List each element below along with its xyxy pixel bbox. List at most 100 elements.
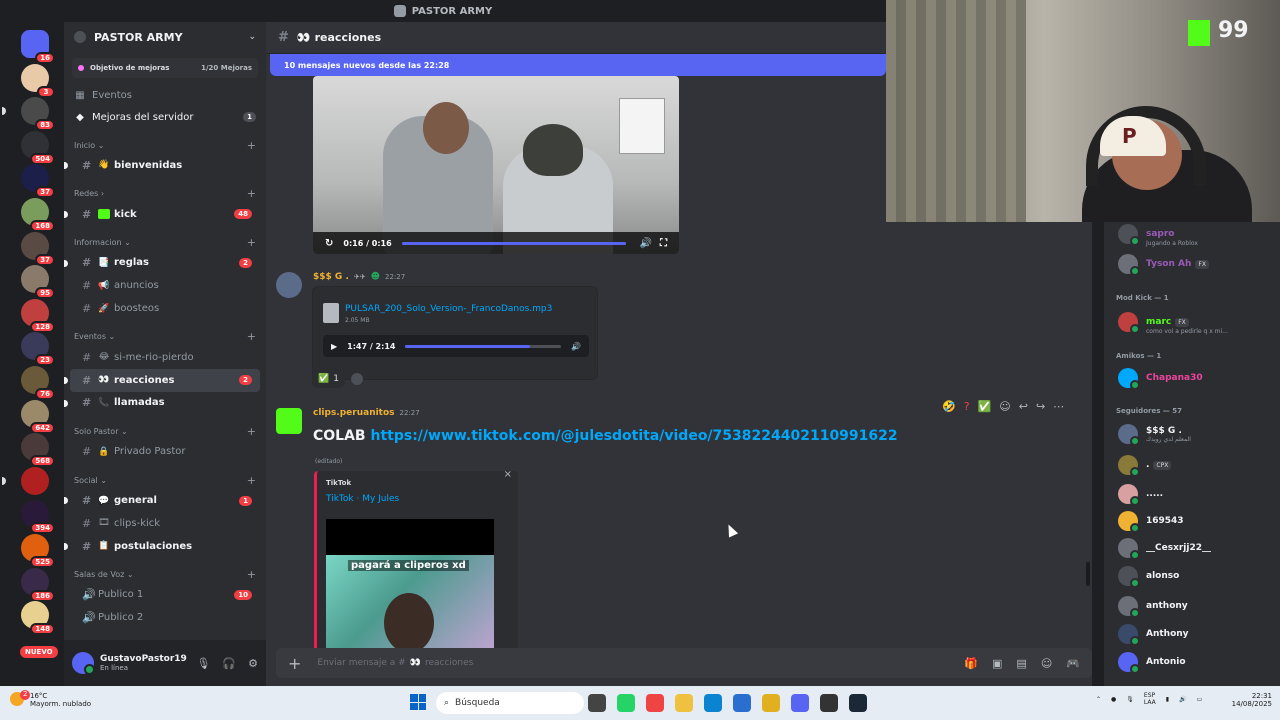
plus-icon[interactable]: + [247, 187, 256, 200]
add-reaction-icon[interactable] [350, 373, 363, 385]
member-item[interactable]: ..... [1118, 482, 1276, 506]
category-solo-pastor[interactable]: Solo Pastor ⌄ + [64, 422, 266, 440]
message-author[interactable]: $$$ G . [313, 272, 349, 282]
avatar[interactable] [72, 652, 95, 675]
server-icon[interactable]: 37 [21, 231, 55, 266]
plus-icon[interactable]: + [247, 425, 256, 438]
scrollbar[interactable] [1086, 562, 1090, 586]
emoji-reaction-icon[interactable]: 🤣 [942, 400, 956, 413]
volume-icon[interactable]: 🔊 [1179, 696, 1186, 703]
video-attachment[interactable]: ↻ 0:16 / 0:16 🔊 ⛶ [313, 76, 679, 254]
gear-icon[interactable]: ⚙ [248, 657, 258, 670]
server-icon[interactable]: 95 [21, 265, 55, 300]
channel-kick[interactable]: # kick 48 [64, 203, 260, 226]
plus-icon[interactable]: + [247, 236, 256, 249]
server-icon[interactable]: 504 [21, 130, 55, 165]
category-redes[interactable]: Redes › + [64, 185, 266, 203]
whatsapp-icon[interactable] [617, 694, 635, 712]
reaction-checkmark[interactable]: ✅ 1 [312, 370, 345, 388]
server-icon[interactable]: 568 [21, 433, 55, 468]
channel-postulaciones[interactable]: # 📋 postulaciones [64, 535, 260, 558]
tiktok-link[interactable]: https://www.tiktok.com/@julesdotita/vide… [370, 428, 897, 444]
more-icon[interactable]: ⋯ [1053, 400, 1064, 413]
discord-icon[interactable] [791, 694, 809, 712]
language-indicator[interactable]: ESP LAA [1144, 692, 1156, 706]
channel-reacciones[interactable]: # 👀 reacciones 2 [64, 368, 260, 392]
server-icon[interactable]: 394 [21, 500, 55, 535]
server-icon[interactable]: 3 [21, 63, 55, 98]
play-icon[interactable]: ▶ [331, 342, 337, 351]
channel-llamadas[interactable]: # 📞 llamadas [64, 392, 260, 415]
file-name[interactable]: PULSAR_200_Solo_Version-_FrancoDanos.mp3 [345, 304, 552, 314]
member-item[interactable]: . CPX [1118, 453, 1276, 477]
add-reaction-icon[interactable]: ☺ [999, 400, 1010, 413]
embed-thumbnail[interactable]: pagará a cliperos xd [326, 519, 494, 665]
start-button[interactable] [410, 694, 426, 710]
plus-icon[interactable]: + [247, 330, 256, 343]
chrome-icon[interactable] [762, 694, 780, 712]
fullscreen-icon[interactable]: ⛶ [660, 238, 667, 249]
file-explorer-icon[interactable] [675, 694, 693, 712]
category-eventos[interactable]: Eventos ⌄ + [64, 328, 266, 346]
replay-icon[interactable]: ↻ [325, 238, 333, 249]
server-icon[interactable]: 23 [21, 332, 55, 367]
edge-icon[interactable] [704, 694, 722, 712]
member-item[interactable]: __Cesxrjj22__ [1118, 536, 1276, 560]
server-icon[interactable] [2, 466, 49, 495]
message-author[interactable]: clips.peruanitos [313, 408, 395, 418]
obs-icon[interactable] [820, 694, 838, 712]
weather-widget[interactable]: 16°C Mayorm. nublado 2 [10, 690, 91, 708]
store-icon[interactable] [733, 694, 751, 712]
server-icon[interactable]: 148 [21, 601, 55, 636]
microphone-icon[interactable]: 🎙 [196, 657, 210, 670]
system-clock[interactable]: 22:31 14/08/2025 [1226, 692, 1272, 708]
server-icon[interactable]: 83 [2, 97, 55, 132]
member-item[interactable]: Chapana30 [1118, 366, 1276, 390]
plus-icon[interactable]: + [247, 568, 256, 581]
sticker-icon[interactable]: ▤ [1016, 657, 1026, 670]
new-badge[interactable]: NUEVO [20, 646, 58, 658]
server-icon[interactable]: 642 [21, 399, 55, 434]
tray-app-icon[interactable]: ● [1111, 696, 1116, 703]
headphones-icon[interactable]: 🎧 [222, 657, 236, 670]
member-item[interactable]: $$$ G . المعلم لدي رويدك [1118, 422, 1276, 446]
server-icon[interactable]: 186 [21, 567, 55, 602]
member-item[interactable]: sapro Jugando a Roblox [1118, 222, 1276, 247]
new-messages-bar[interactable]: 10 mensajes nuevos desde las 22:28 [270, 54, 886, 76]
task-view-icon[interactable] [588, 694, 606, 712]
plus-icon[interactable]: + [247, 139, 256, 152]
checkmark-reaction-icon[interactable]: ✅ [978, 400, 992, 413]
category-salas-de-voz[interactable]: Salas de Voz ⌄ + [64, 566, 266, 584]
member-item[interactable]: alonso [1118, 564, 1276, 588]
channel-si-me-rio-pierdo[interactable]: # 😂 si-me-rio-pierdo [70, 346, 260, 369]
channel-general[interactable]: # 💬 general 1 [64, 489, 260, 512]
nav-server-boosts[interactable]: ◆ Mejoras del servidor 1 [64, 106, 266, 128]
channel-bienvenidas[interactable]: # 👋 bienvenidas [64, 154, 260, 177]
channel-clips-kick[interactable]: # 🎞 clips-kick [70, 512, 260, 535]
emoji-icon[interactable]: ☺ [1041, 657, 1052, 670]
taskbar-search[interactable]: ⌕ Búsqueda [436, 692, 584, 714]
voice-channel-publico-1[interactable]: 🔊 Publico 1 10 [70, 584, 260, 607]
server-header[interactable]: PASTOR ARMY ⌄ [64, 22, 266, 52]
plus-icon[interactable]: + [247, 474, 256, 487]
category-social[interactable]: Social ⌄ + [64, 471, 266, 489]
voice-channel-publico-2[interactable]: 🔊 Publico 2 [70, 606, 260, 629]
member-item[interactable]: Tyson Ah FX [1118, 252, 1276, 276]
server-icon[interactable]: 76 [21, 365, 55, 400]
plus-icon[interactable]: + [288, 654, 301, 673]
volume-icon[interactable]: 🔊 [640, 238, 652, 249]
server-icon[interactable]: 37 [21, 164, 55, 199]
steam-icon[interactable] [849, 694, 867, 712]
copilot-icon[interactable] [646, 694, 664, 712]
channel-anuncios[interactable]: # 📢 anuncios [70, 274, 260, 297]
category-informacion[interactable]: Informacion ⌄ + [64, 234, 266, 252]
chevron-up-icon[interactable]: ⌃ [1096, 696, 1101, 703]
home-button[interactable]: 16 [21, 30, 55, 64]
volume-icon[interactable]: 🔊 [571, 342, 581, 351]
close-icon[interactable]: × [504, 471, 512, 480]
member-item[interactable]: 169543 [1118, 509, 1276, 533]
gift-icon[interactable]: 🎁 [964, 657, 978, 670]
channel-privado-pastor[interactable]: # 🔒 Privado Pastor [70, 440, 260, 463]
reply-icon[interactable]: ↩ [1019, 400, 1028, 413]
audio-progress[interactable] [405, 344, 562, 348]
